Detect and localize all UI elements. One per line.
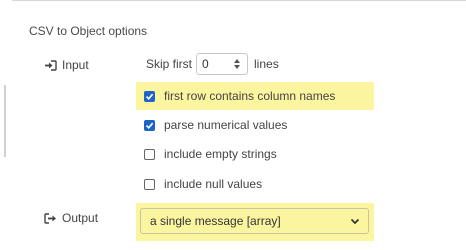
skip-prefix-label: Skip first (146, 57, 193, 71)
option-include-null-values[interactable]: include null values (144, 177, 262, 191)
option-label: parse numerical values (164, 118, 288, 132)
stepper-buttons[interactable] (230, 54, 244, 74)
skip-suffix-label: lines (254, 57, 279, 71)
skip-lines-row: Skip first 0 lines (146, 52, 279, 76)
sign-out-icon (44, 212, 57, 224)
checkbox-checked-icon[interactable] (144, 119, 155, 131)
panel-top-border (12, 0, 466, 1)
stepper-up-icon[interactable] (234, 59, 241, 63)
option-label: include null values (164, 177, 263, 191)
option-include-empty-strings[interactable]: include empty strings (144, 147, 277, 161)
output-label-text: Output (62, 211, 99, 225)
option-label: include empty strings (164, 147, 277, 161)
option-label: first row contains column names (164, 89, 336, 103)
section-title: CSV to Object options (29, 24, 148, 38)
input-label: Input (44, 58, 89, 72)
checkbox-unchecked-icon[interactable] (144, 178, 155, 190)
checkbox-checked-icon[interactable] (144, 90, 155, 102)
sign-in-icon (44, 59, 57, 71)
option-first-row-column-names[interactable]: first row contains column names (144, 89, 335, 103)
output-label: Output (44, 211, 98, 225)
output-select[interactable]: a single message [array] (140, 208, 369, 234)
option-parse-numerical-values[interactable]: parse numerical values (144, 118, 287, 132)
stepper-down-icon[interactable] (234, 65, 241, 69)
skip-lines-input[interactable]: 0 (197, 57, 230, 71)
checkbox-unchecked-icon[interactable] (144, 148, 155, 160)
panel-resize-handle[interactable] (4, 85, 6, 157)
chevron-down-icon[interactable] (350, 214, 360, 228)
input-label-text: Input (62, 58, 89, 72)
output-select-value: a single message [array] (150, 214, 281, 228)
skip-lines-stepper[interactable]: 0 (196, 53, 249, 75)
